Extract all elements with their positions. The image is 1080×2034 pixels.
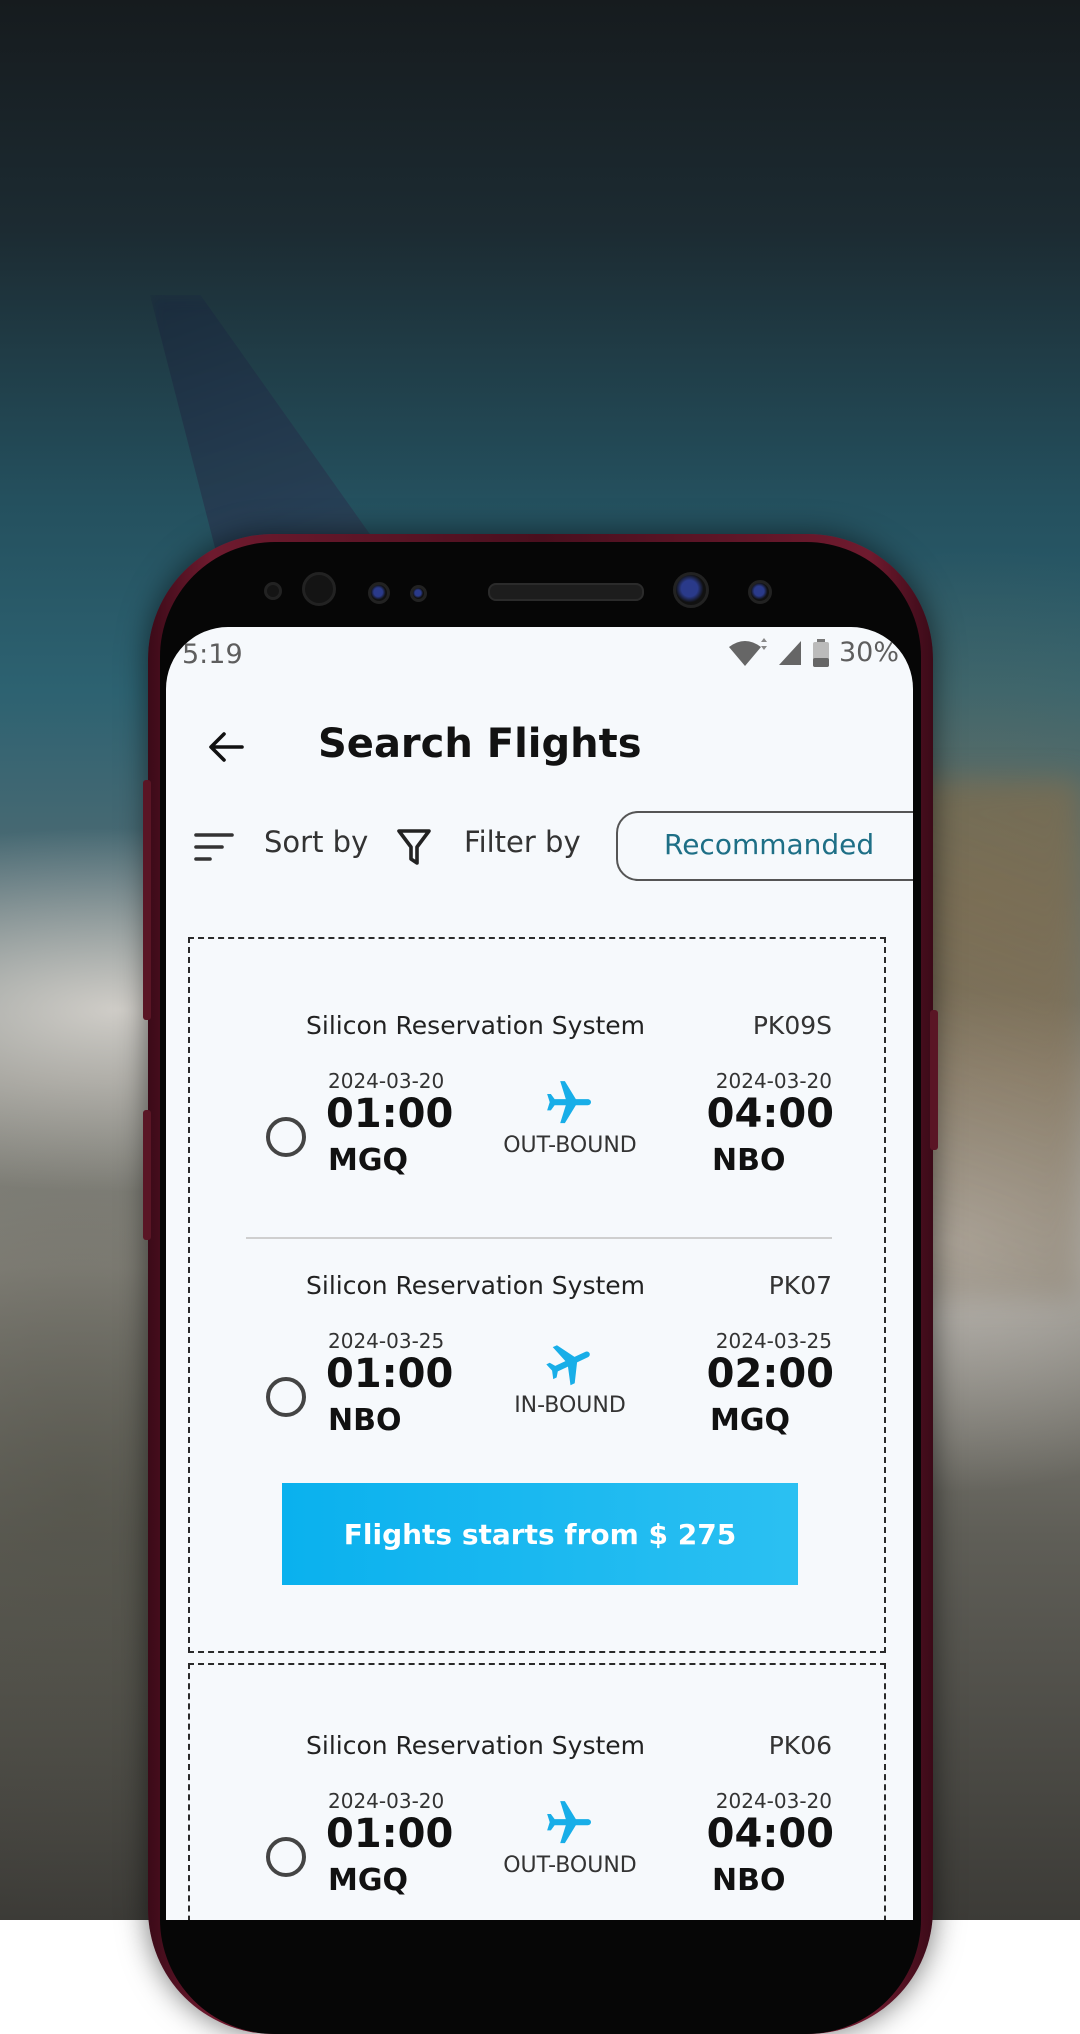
select-radio[interactable] xyxy=(266,1377,306,1417)
signal-icon xyxy=(778,640,801,665)
arrival-date: 2024-03-20 xyxy=(715,1789,832,1813)
arrival-airport: NBO xyxy=(712,1143,786,1178)
recommended-chip-label: Recommanded xyxy=(664,828,875,861)
status-time: 5:19 xyxy=(182,639,243,670)
arrival-date: 2024-03-20 xyxy=(715,1069,832,1093)
flight-leg-inbound: Silicon Reservation System PK07 2024-03-… xyxy=(190,1271,884,1481)
departure-date: 2024-03-20 xyxy=(328,1069,445,1093)
departure-date: 2024-03-25 xyxy=(328,1329,445,1353)
direction-label: IN-BOUND xyxy=(514,1393,626,1418)
price-button[interactable]: Flights starts from $ 275 xyxy=(282,1483,798,1585)
flight-option-card[interactable]: Silicon Reservation System PK06 2024-03-… xyxy=(188,1663,886,1920)
phone-side-button xyxy=(930,1010,938,1150)
departure-airport: NBO xyxy=(328,1403,402,1438)
sort-by-button[interactable]: Sort by xyxy=(264,825,368,859)
departure-airport: MGQ xyxy=(328,1143,408,1178)
sensor-icon xyxy=(368,582,390,604)
departure-time: 01:00 xyxy=(326,1351,454,1397)
direction-label: OUT-BOUND xyxy=(503,1853,637,1878)
page-title: Search Flights xyxy=(318,721,642,767)
departure-date: 2024-03-20 xyxy=(328,1789,445,1813)
back-arrow-icon[interactable] xyxy=(204,725,248,769)
direction-label: OUT-BOUND xyxy=(503,1133,637,1158)
arrival-time: 04:00 xyxy=(706,1091,834,1137)
battery-percent: 30% xyxy=(838,637,899,668)
airline-name: Silicon Reservation System xyxy=(306,1731,646,1760)
wifi-icon xyxy=(728,637,767,666)
flight-leg-outbound: Silicon Reservation System PK06 2024-03-… xyxy=(190,1731,884,1920)
iris-scanner-icon xyxy=(302,572,336,606)
airplane-icon xyxy=(547,1801,591,1844)
select-radio[interactable] xyxy=(266,1117,306,1157)
filter-by-button[interactable]: Filter by xyxy=(464,825,581,859)
filter-icon[interactable] xyxy=(396,827,432,867)
flight-option-card[interactable]: Silicon Reservation System PK09S 2024-03… xyxy=(188,937,886,1653)
arrival-date: 2024-03-25 xyxy=(715,1329,832,1353)
recommended-chip[interactable]: Recommanded xyxy=(616,811,913,881)
flight-leg-outbound: Silicon Reservation System PK09S 2024-03… xyxy=(190,1011,884,1221)
front-camera-icon xyxy=(673,572,709,608)
sort-filter-bar: Sort by Filter by Recommanded xyxy=(166,807,913,887)
airline-name: Silicon Reservation System xyxy=(306,1011,646,1040)
arrival-airport: MGQ xyxy=(710,1403,790,1438)
sensor-icon xyxy=(748,580,772,604)
airplane-icon xyxy=(547,1081,591,1124)
arrival-time: 04:00 xyxy=(706,1811,834,1857)
airline-name: Silicon Reservation System xyxy=(306,1271,646,1300)
arrival-time: 02:00 xyxy=(706,1351,834,1397)
battery-icon xyxy=(812,638,829,667)
sensor-icon xyxy=(264,582,282,600)
status-icons: 30% xyxy=(727,637,899,668)
leg-divider xyxy=(246,1237,832,1239)
arrival-airport: NBO xyxy=(712,1863,786,1898)
departure-time: 01:00 xyxy=(326,1091,454,1137)
sensor-icon xyxy=(410,585,427,602)
status-bar: 5:19 30% xyxy=(166,627,913,685)
flight-code: PK07 xyxy=(768,1271,832,1300)
departure-airport: MGQ xyxy=(328,1863,408,1898)
airplane-icon xyxy=(546,1345,590,1386)
departure-time: 01:00 xyxy=(326,1811,454,1857)
sort-icon[interactable] xyxy=(194,831,234,863)
phone-side-button xyxy=(143,1110,151,1240)
select-radio[interactable] xyxy=(266,1837,306,1877)
flight-code: PK06 xyxy=(768,1731,832,1760)
flight-code: PK09S xyxy=(752,1011,832,1040)
phone-side-button xyxy=(143,780,151,1020)
earpiece-speaker xyxy=(488,583,644,601)
app-screen: 5:19 30% Search Flights Sort by Filter b… xyxy=(166,627,913,1920)
app-header: Search Flights xyxy=(166,697,913,797)
